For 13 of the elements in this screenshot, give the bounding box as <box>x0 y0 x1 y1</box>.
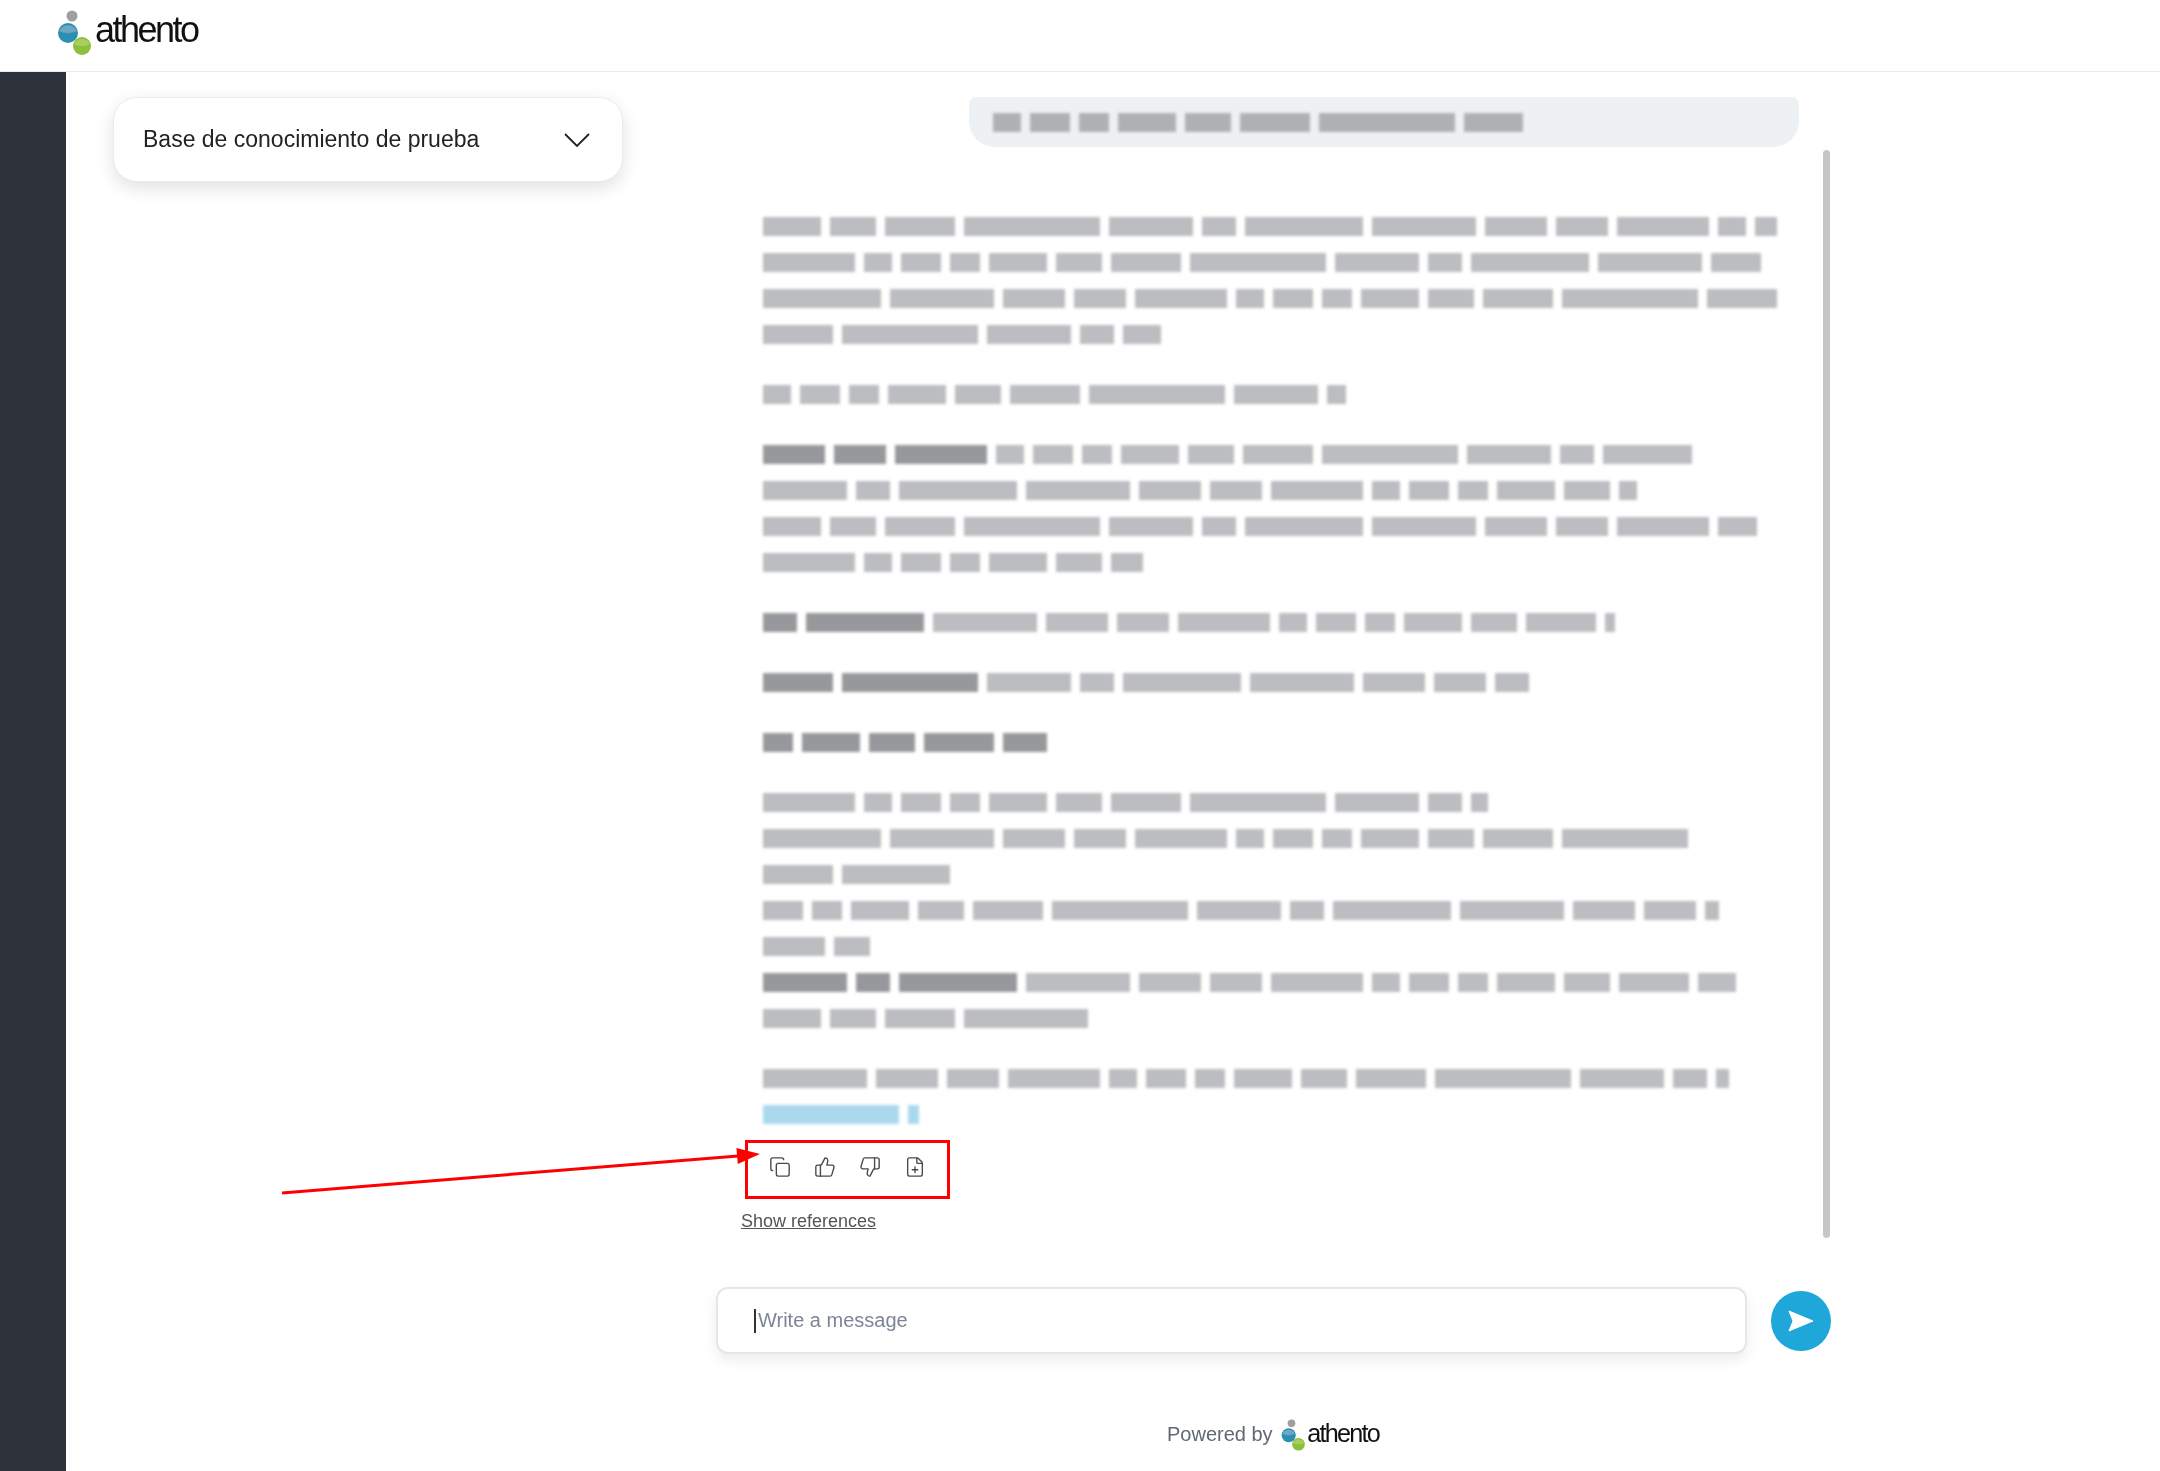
knowledge-base-select[interactable]: Base de conocimiento de prueba <box>113 97 623 182</box>
scrollbar-thumb[interactable] <box>1823 150 1830 1238</box>
file-plus-icon <box>904 1156 926 1178</box>
logo-text: athento <box>95 12 198 48</box>
powered-by-text: Powered by <box>1167 1423 1273 1446</box>
thumbs-down-icon <box>859 1156 881 1178</box>
copy-icon <box>769 1156 791 1178</box>
send-icon <box>1788 1309 1814 1332</box>
thumbs-up-icon <box>814 1156 836 1178</box>
message-input[interactable]: Write a message <box>716 1287 1747 1354</box>
logo-icon <box>1280 1417 1306 1452</box>
show-references-link[interactable]: Show references <box>741 1211 877 1232</box>
logo-text: athento <box>1307 1420 1379 1446</box>
